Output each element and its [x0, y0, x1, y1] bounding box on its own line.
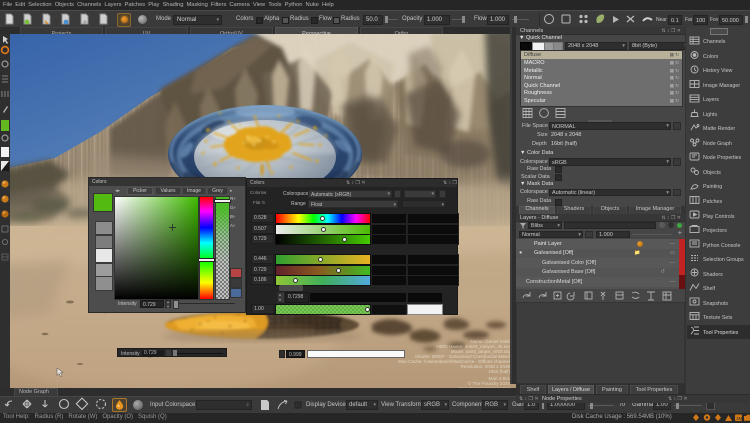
- svg-text:.: .: [14, 406, 15, 411]
- svg-text:.: .: [49, 406, 50, 411]
- svg-text:1M: 1M: [736, 416, 743, 421]
- svg-text:.: .: [68, 406, 69, 411]
- svg-text:16bit (half): 16bit (half): [488, 369, 510, 374]
- svg-text:.: .: [87, 406, 88, 411]
- svg-text:.: .: [105, 406, 106, 411]
- svg-text:.: .: [32, 406, 33, 411]
